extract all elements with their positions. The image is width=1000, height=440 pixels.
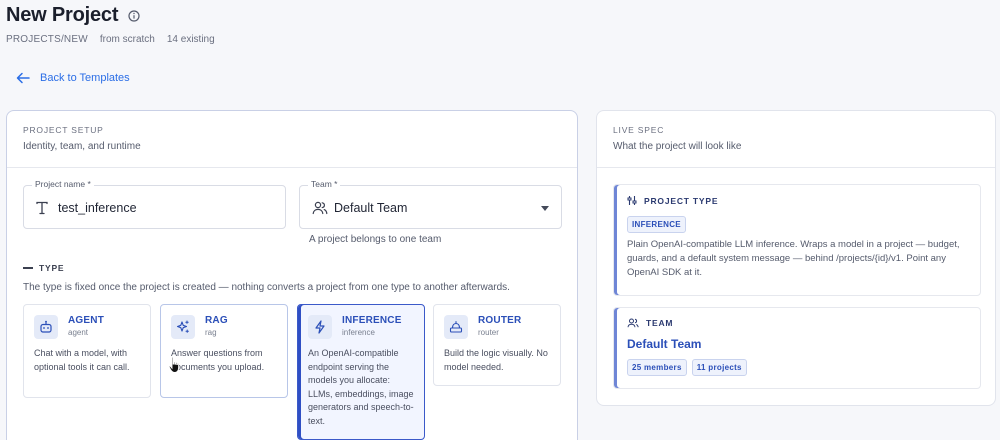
spec-team-card: TEAM Default Team 25 members 11 projects: [613, 307, 981, 389]
text-type-icon: [36, 201, 48, 215]
router-icon: [444, 315, 468, 339]
team-select[interactable]: Team * Default Team: [299, 179, 562, 229]
info-icon[interactable]: [128, 9, 140, 22]
spec-team-name: Default Team: [627, 337, 702, 351]
type-slug: inference: [342, 328, 375, 337]
type-card-rag[interactable]: RAG rag Answer questions from documents …: [160, 304, 288, 398]
type-description: An OpenAI-compatible endpoint serving th…: [308, 348, 414, 426]
spec-project-type-card: PROJECT TYPE INFERENCE Plain OpenAI-comp…: [613, 184, 981, 296]
live-spec-panel: LIVE SPEC What the project will look lik…: [596, 110, 996, 406]
back-to-templates-link[interactable]: Back to Templates: [16, 72, 130, 84]
type-description: Answer questions from documents you uplo…: [171, 348, 265, 372]
project-setup-header: PROJECT SETUP Identity, team, and runtim…: [7, 111, 577, 168]
type-name: AGENT: [68, 315, 104, 326]
type-card-head: ROUTER router: [444, 315, 550, 339]
back-link-label: Back to Templates: [40, 72, 130, 84]
spec-project-type-label: PROJECT TYPE: [644, 195, 719, 206]
type-card-head: INFERENCE inference: [308, 315, 414, 339]
type-section-title: TYPE: [39, 263, 65, 273]
page-title: New Project: [6, 4, 119, 26]
team-helper-text: A project belongs to one team: [309, 234, 442, 245]
breadcrumb: PROJECTS/NEW from scratch 14 existing: [6, 34, 227, 45]
team-select-value: Default Team: [334, 201, 408, 215]
live-spec-subtitle: What the project will look like: [613, 141, 742, 152]
breadcrumb-path: PROJECTS/NEW: [6, 34, 88, 45]
type-name: ROUTER: [478, 315, 522, 326]
title-row: New Project: [6, 4, 140, 27]
team-label: Team *: [308, 179, 341, 189]
live-spec-eyebrow: LIVE SPEC: [613, 125, 665, 135]
spec-project-type-head: PROJECT TYPE: [627, 195, 968, 206]
type-card-router[interactable]: ROUTER router Build the logic visually. …: [433, 304, 561, 386]
type-card-inference[interactable]: INFERENCE inference An OpenAI-compatible…: [297, 304, 425, 440]
type-name: RAG: [205, 315, 228, 326]
spec-team-chips: 25 members 11 projects: [627, 359, 968, 376]
project-setup-subtitle: Identity, team, and runtime: [23, 141, 141, 152]
members-count-badge: 25 members: [627, 359, 687, 376]
live-spec-header: LIVE SPEC What the project will look lik…: [597, 111, 995, 168]
users-icon: [312, 201, 328, 215]
type-section-description: The type is fixed once the project is cr…: [23, 282, 510, 293]
dash-icon: [23, 267, 33, 269]
type-description: Chat with a model, with optional tools i…: [34, 348, 130, 372]
project-setup-eyebrow: PROJECT SETUP: [23, 125, 104, 135]
bolt-icon: [308, 315, 332, 339]
type-slug: router: [478, 328, 499, 337]
sparkles-icon: [171, 315, 195, 339]
type-card-head: RAG rag: [171, 315, 277, 339]
type-section-label: TYPE: [23, 263, 64, 273]
robot-icon: [34, 315, 58, 339]
spec-team-head: TEAM: [627, 318, 968, 328]
sliders-icon: [627, 196, 637, 205]
type-slug: rag: [205, 328, 217, 337]
type-slug: agent: [68, 328, 89, 337]
breadcrumb-source: from scratch: [99, 34, 155, 45]
spec-type-badge: INFERENCE: [627, 216, 686, 233]
spec-team-label: TEAM: [646, 318, 674, 328]
project-name-input[interactable]: test_inference: [58, 201, 137, 215]
arrow-left-icon: [16, 72, 30, 84]
spec-type-description: Plain OpenAI-compatible LLM inference. W…: [627, 239, 960, 278]
users-icon: [627, 318, 639, 328]
type-name: INFERENCE: [342, 315, 402, 326]
project-setup-panel: PROJECT SETUP Identity, team, and runtim…: [6, 110, 578, 440]
existing-count: 14 existing: [166, 34, 215, 45]
type-card-head: AGENT agent: [34, 315, 140, 339]
type-card-agent[interactable]: AGENT agent Chat with a model, with opti…: [23, 304, 151, 398]
chevron-down-icon: [541, 206, 549, 211]
mouse-cursor-icon: [168, 356, 180, 373]
project-name-field[interactable]: Project name * test_inference: [23, 179, 286, 229]
project-name-label: Project name *: [32, 179, 94, 189]
type-description: Build the logic visually. No model neede…: [444, 348, 548, 372]
projects-count-badge: 11 projects: [691, 359, 747, 376]
